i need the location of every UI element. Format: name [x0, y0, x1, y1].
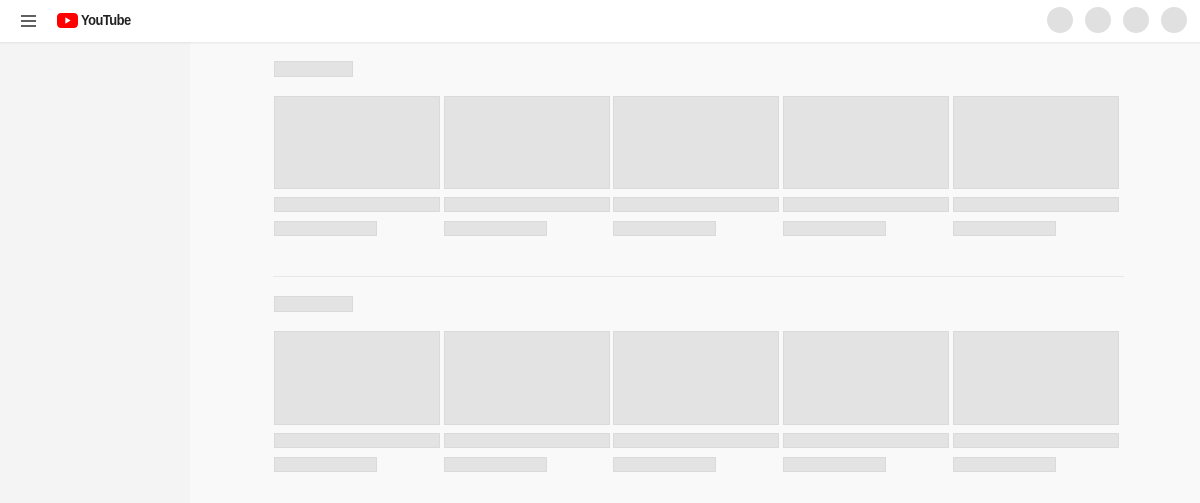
video-title-placeholder [613, 433, 779, 448]
video-title-placeholder [444, 433, 610, 448]
video-title-placeholder [783, 433, 949, 448]
video-meta-placeholder [953, 457, 1056, 472]
topbar-placeholder-button[interactable] [1085, 7, 1111, 33]
video-thumbnail-placeholder[interactable] [613, 96, 779, 189]
video-thumbnail-placeholder[interactable] [783, 331, 949, 425]
shelf-divider [273, 276, 1124, 277]
video-meta-placeholder [444, 221, 547, 236]
video-meta-placeholder [613, 221, 716, 236]
video-meta-placeholder [274, 457, 377, 472]
top-bar: YouTube [0, 0, 1200, 42]
logo-text: YouTube [81, 11, 131, 29]
shelf-title-placeholder [274, 61, 353, 77]
shelf-title-placeholder [274, 296, 353, 312]
video-title-placeholder [953, 197, 1119, 212]
video-title-placeholder [274, 433, 440, 448]
video-meta-placeholder [783, 221, 886, 236]
youtube-logo[interactable]: YouTube [57, 10, 139, 30]
video-thumbnail-placeholder[interactable] [953, 96, 1119, 189]
video-meta-placeholder [444, 457, 547, 472]
video-title-placeholder [613, 197, 779, 212]
youtube-play-icon [57, 12, 78, 28]
video-title-placeholder [783, 197, 949, 212]
video-meta-placeholder [274, 221, 377, 236]
topbar-placeholder-button[interactable] [1123, 7, 1149, 33]
topbar-placeholder-button[interactable] [1047, 7, 1073, 33]
video-thumbnail-placeholder[interactable] [274, 96, 440, 189]
video-meta-placeholder [783, 457, 886, 472]
video-thumbnail-placeholder[interactable] [444, 331, 610, 425]
video-title-placeholder [953, 433, 1119, 448]
sidebar-placeholder [0, 42, 190, 503]
video-meta-placeholder [953, 221, 1056, 236]
video-thumbnail-placeholder[interactable] [953, 331, 1119, 425]
video-thumbnail-placeholder[interactable] [783, 96, 949, 189]
video-thumbnail-placeholder[interactable] [613, 331, 779, 425]
hamburger-menu-icon[interactable] [18, 11, 38, 31]
video-thumbnail-placeholder[interactable] [274, 331, 440, 425]
video-thumbnail-placeholder[interactable] [444, 96, 610, 189]
avatar-placeholder[interactable] [1161, 7, 1187, 33]
video-meta-placeholder [613, 457, 716, 472]
video-title-placeholder [444, 197, 610, 212]
video-title-placeholder [274, 197, 440, 212]
